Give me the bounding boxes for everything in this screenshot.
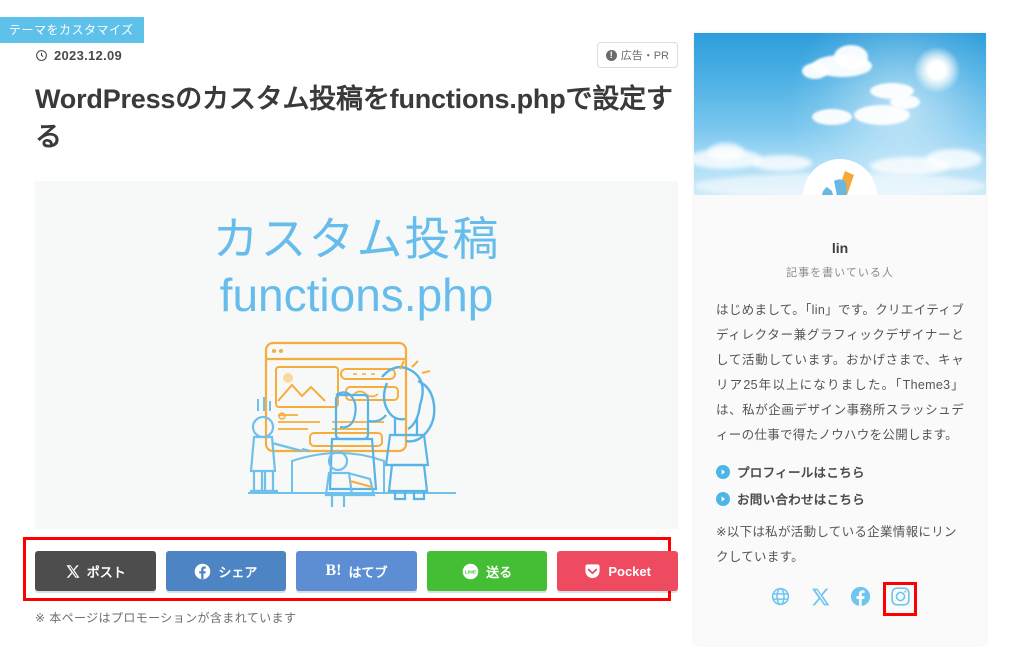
profile-link-contact-label: お問い合わせはこちら <box>737 493 866 507</box>
blue-sky-with-clouds-photo <box>694 33 986 195</box>
share-button-facebook[interactable]: シェア <box>165 551 287 591</box>
globe-icon <box>770 586 791 612</box>
profile-role: 記事を書いている人 <box>786 267 894 279</box>
profile-note: ※以下は私が活動している企業情報にリンクしています。 <box>716 525 957 564</box>
share-button-hatena-label: はてブ <box>348 564 388 580</box>
sidebar-profile-widget: lin 記事を書いている人 はじめまして。「lin」です。クリエイティブディレク… <box>694 33 986 645</box>
facebook-icon <box>194 563 211 580</box>
hero-line-1: カスタム投稿 <box>212 212 501 265</box>
hero-line-2: functions.php <box>219 268 494 321</box>
x-twitter-icon <box>810 587 830 612</box>
arrow-circle-icon <box>716 491 730 506</box>
promotion-disclaimer: ※ 本ページはプロモーションが含まれています <box>35 611 297 625</box>
ad-pr-badge: ! 広告・PR <box>596 42 678 68</box>
profile-link-profile[interactable]: プロフィールはこちら <box>716 462 964 481</box>
profile-link-contact[interactable]: お問い合わせはこちら <box>716 489 964 508</box>
post-date: 2023.12.09 <box>35 48 122 63</box>
arrow-circle-icon <box>716 464 730 479</box>
customize-theme-badge[interactable]: テーマをカスタマイズ <box>0 17 144 43</box>
info-circle-icon: ! <box>605 49 617 61</box>
article-meta-row: 2023.12.09 ! 広告・PR <box>35 42 678 68</box>
profile-body: lin 記事を書いている人 はじめまして。「lin」です。クリエイティブディレク… <box>694 195 986 616</box>
share-buttons-row[interactable]: ポスト シェア B! はてブ LINE 送る Pocket <box>35 551 678 591</box>
social-link-instagram[interactable] <box>883 582 917 616</box>
facebook-icon <box>850 586 871 612</box>
article-hero-image: カスタム投稿 functions.php <box>35 180 678 529</box>
social-link-facebook[interactable] <box>847 586 873 612</box>
profile-name: lin <box>831 240 849 256</box>
svg-text:LINE: LINE <box>465 569 477 575</box>
instagram-icon <box>890 586 911 612</box>
page-root: テーマをカスタマイズ 2023.12.09 ! 広告・PR WordPressの… <box>0 0 1024 670</box>
share-button-line[interactable]: LINE 送る <box>426 551 548 591</box>
social-link-website[interactable] <box>767 586 793 612</box>
profile-bio: はじめまして。「lin」です。クリエイティブディレクター兼グラフィックデザイナー… <box>716 303 964 442</box>
customize-theme-label: テーマをカスタマイズ <box>9 23 134 37</box>
clock-icon <box>35 49 48 62</box>
hatena-icon: B! <box>325 562 342 579</box>
profile-link-profile-label: プロフィールはこちら <box>737 466 865 480</box>
x-twitter-icon <box>65 564 80 579</box>
share-button-pocket-label: Pocket <box>608 563 651 579</box>
share-button-x-label: ポスト <box>86 564 126 580</box>
social-link-x[interactable] <box>807 586 833 612</box>
line-icon: LINE <box>462 563 479 580</box>
profile-links: プロフィールはこちら お問い合わせはこちら <box>716 462 964 508</box>
share-button-line-label: 送る <box>486 564 513 580</box>
share-button-pocket[interactable]: Pocket <box>557 551 678 591</box>
sun-icon <box>914 47 960 93</box>
people-with-browser-illustration <box>232 333 482 513</box>
ad-pr-label: 広告・PR <box>620 50 669 62</box>
share-button-x[interactable]: ポスト <box>35 551 156 591</box>
hero-text-block: カスタム投稿 functions.php <box>35 211 678 323</box>
pocket-icon <box>584 563 601 580</box>
share-button-facebook-label: シェア <box>218 564 258 580</box>
share-button-hatena[interactable]: B! はてブ <box>296 551 417 591</box>
article-main: 2023.12.09 ! 広告・PR WordPressのカスタム投稿をfunc… <box>35 42 678 529</box>
social-links-row <box>716 582 964 616</box>
page-title: WordPressのカスタム投稿をfunctions.phpで設定する <box>35 84 673 153</box>
post-date-text: 2023.12.09 <box>54 47 123 63</box>
